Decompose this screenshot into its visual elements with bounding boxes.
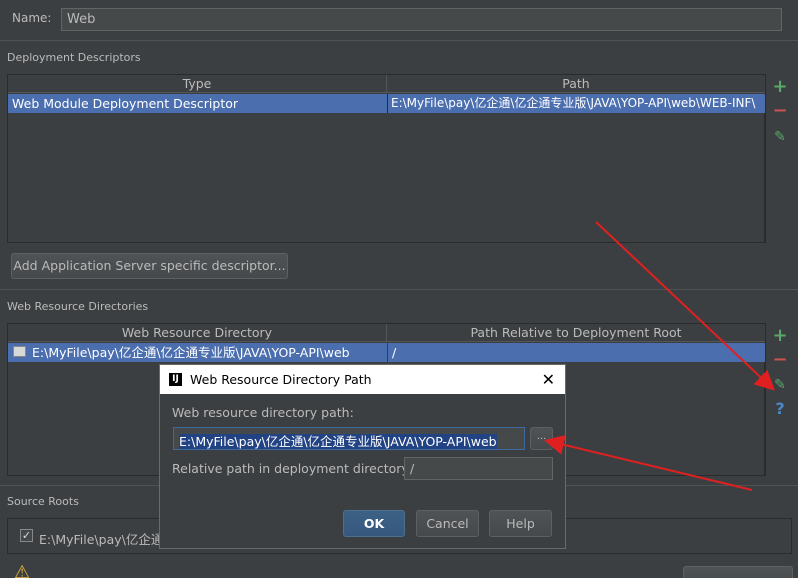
source-root-checkbox[interactable]: ✓	[20, 529, 33, 542]
relative-path-input[interactable]: /	[404, 457, 553, 480]
cancel-button[interactable]: Cancel	[416, 510, 479, 537]
remove-icon[interactable]: −	[772, 351, 788, 369]
web-resource-dialog: Web Resource Directory Path IJ ✕ Web res…	[159, 364, 566, 549]
resource-toolbar: + − ✎ ?	[765, 323, 792, 476]
browse-button[interactable]: ...	[530, 427, 553, 450]
ok-button[interactable]: OK	[343, 510, 405, 537]
add-server-descriptor-button[interactable]: Add Application Server specific descript…	[11, 253, 288, 279]
help-button[interactable]: Help	[489, 510, 552, 537]
path-input[interactable]: E:\MyFile\pay\亿企通\亿企通专业版\JAVA\YOP-API\we…	[173, 427, 525, 450]
deployment-descriptors-title: Deployment Descriptors	[7, 51, 141, 64]
create-artifact-button[interactable]	[683, 566, 793, 578]
name-input[interactable]: Web	[61, 8, 782, 31]
edit-icon[interactable]: ✎	[772, 129, 788, 145]
warning-icon: ⚠	[14, 562, 31, 578]
edit-icon[interactable]: ✎	[772, 377, 788, 393]
remove-icon[interactable]: −	[772, 102, 788, 120]
table-row-path[interactable]: E:\MyFile\pay\亿企通\亿企通专业版\JAVA\YOP-API\we…	[388, 94, 765, 113]
help-icon[interactable]: ?	[772, 401, 788, 417]
column-header-type[interactable]: Type	[8, 75, 387, 93]
table-row-relative[interactable]: /	[388, 343, 765, 362]
table-row-type[interactable]: Web Module Deployment Descriptor	[8, 94, 387, 113]
descriptor-toolbar: + − ✎	[765, 74, 792, 243]
table-row-directory[interactable]: E:\MyFile\pay\亿企通\亿企通专业版\JAVA\YOP-API\we…	[8, 343, 387, 362]
add-icon[interactable]: +	[772, 327, 788, 345]
relative-label: Relative path in deployment directory:	[172, 461, 413, 476]
divider	[0, 40, 798, 41]
close-icon[interactable]: ✕	[542, 365, 555, 394]
source-roots-title: Source Roots	[7, 495, 79, 508]
folder-icon	[13, 346, 26, 357]
name-label: Name:	[12, 11, 52, 25]
column-header-relative[interactable]: Path Relative to Deployment Root	[387, 324, 765, 342]
path-label: Web resource directory path:	[172, 405, 354, 420]
column-header-path[interactable]: Path	[387, 75, 765, 93]
web-resource-directories-title: Web Resource Directories	[7, 300, 149, 313]
divider	[0, 289, 798, 290]
source-root-label: E:\MyFile\pay\亿企通	[39, 532, 164, 547]
column-header-directory[interactable]: Web Resource Directory	[8, 324, 387, 342]
cell-divider	[387, 94, 388, 113]
intellij-icon: IJ	[169, 373, 182, 386]
path-input-value: E:\MyFile\pay\亿企通\亿企通专业版\JAVA\YOP-API\we…	[179, 434, 497, 449]
add-icon[interactable]: +	[772, 78, 788, 96]
deployment-descriptors-table: Type Path Web Module Deployment Descript…	[7, 74, 765, 243]
dialog-title: Web Resource Directory Path	[160, 365, 565, 394]
